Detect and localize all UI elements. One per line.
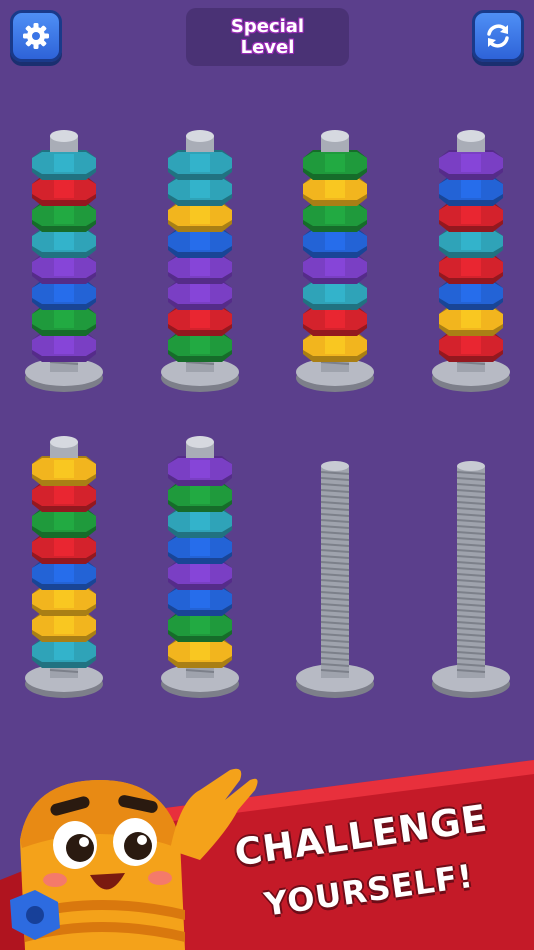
- nut-green: [32, 306, 96, 336]
- nut-yellow: [32, 586, 96, 616]
- nut-blue: [439, 280, 503, 310]
- bolt-stack[interactable]: [296, 130, 374, 392]
- nut-red: [439, 254, 503, 284]
- nut-yellow: [303, 176, 367, 206]
- nut-green: [168, 612, 232, 642]
- nut-purple: [32, 254, 96, 284]
- nut-yellow: [32, 456, 96, 486]
- bolt-head-top: [50, 436, 78, 448]
- bolt-head-top: [50, 130, 78, 142]
- nut-teal: [168, 508, 232, 538]
- nut-red: [439, 202, 503, 232]
- nut-blue: [168, 534, 232, 564]
- nut-teal: [303, 280, 367, 310]
- bolt-head-top: [321, 130, 349, 142]
- nut-teal: [168, 150, 232, 180]
- nut-purple: [168, 456, 232, 486]
- nut-red: [32, 176, 96, 206]
- nut-red: [32, 534, 96, 564]
- nut-red: [32, 482, 96, 512]
- nut-yellow: [168, 202, 232, 232]
- nut-blue: [168, 586, 232, 616]
- bolt-head-top: [186, 130, 214, 142]
- bolt-head-top: [186, 436, 214, 448]
- nut-red: [303, 306, 367, 336]
- nut-purple: [168, 560, 232, 590]
- bolt-stack[interactable]: [432, 461, 510, 698]
- nut-blue: [32, 280, 96, 310]
- nut-blue: [303, 228, 367, 258]
- nut-purple: [168, 280, 232, 310]
- bolt-stack[interactable]: [25, 130, 103, 392]
- nut-yellow: [439, 306, 503, 336]
- bolt-tip: [457, 461, 485, 471]
- nut-yellow: [303, 332, 367, 362]
- nut-purple: [439, 150, 503, 180]
- nut-purple: [168, 254, 232, 284]
- bolt-stack[interactable]: [161, 436, 239, 698]
- bolt-stack[interactable]: [25, 436, 103, 698]
- nut-yellow: [168, 638, 232, 668]
- nut-green: [303, 150, 367, 180]
- bolt-head-top: [457, 130, 485, 142]
- nut-purple: [32, 332, 96, 362]
- nut-teal: [439, 228, 503, 258]
- nut-green: [168, 482, 232, 512]
- nut-green: [168, 332, 232, 362]
- bolt-tip: [321, 461, 349, 471]
- nut-green: [303, 202, 367, 232]
- nut-yellow: [32, 612, 96, 642]
- nut-teal: [168, 176, 232, 206]
- nut-teal: [32, 228, 96, 258]
- nut-blue: [439, 176, 503, 206]
- nut-green: [32, 508, 96, 538]
- nut-blue: [168, 228, 232, 258]
- bolt-stack[interactable]: [161, 130, 239, 392]
- nut-red: [439, 332, 503, 362]
- nut-teal: [32, 638, 96, 668]
- nut-blue: [32, 560, 96, 590]
- nut-green: [32, 202, 96, 232]
- nut-teal: [32, 150, 96, 180]
- nut-purple: [303, 254, 367, 284]
- game-board: [25, 130, 510, 698]
- bolt-stack[interactable]: [296, 461, 374, 698]
- nut-red: [168, 306, 232, 336]
- promo-banner: CHALLENGE YOURSELF!: [0, 760, 534, 950]
- bolt-stack[interactable]: [432, 130, 510, 392]
